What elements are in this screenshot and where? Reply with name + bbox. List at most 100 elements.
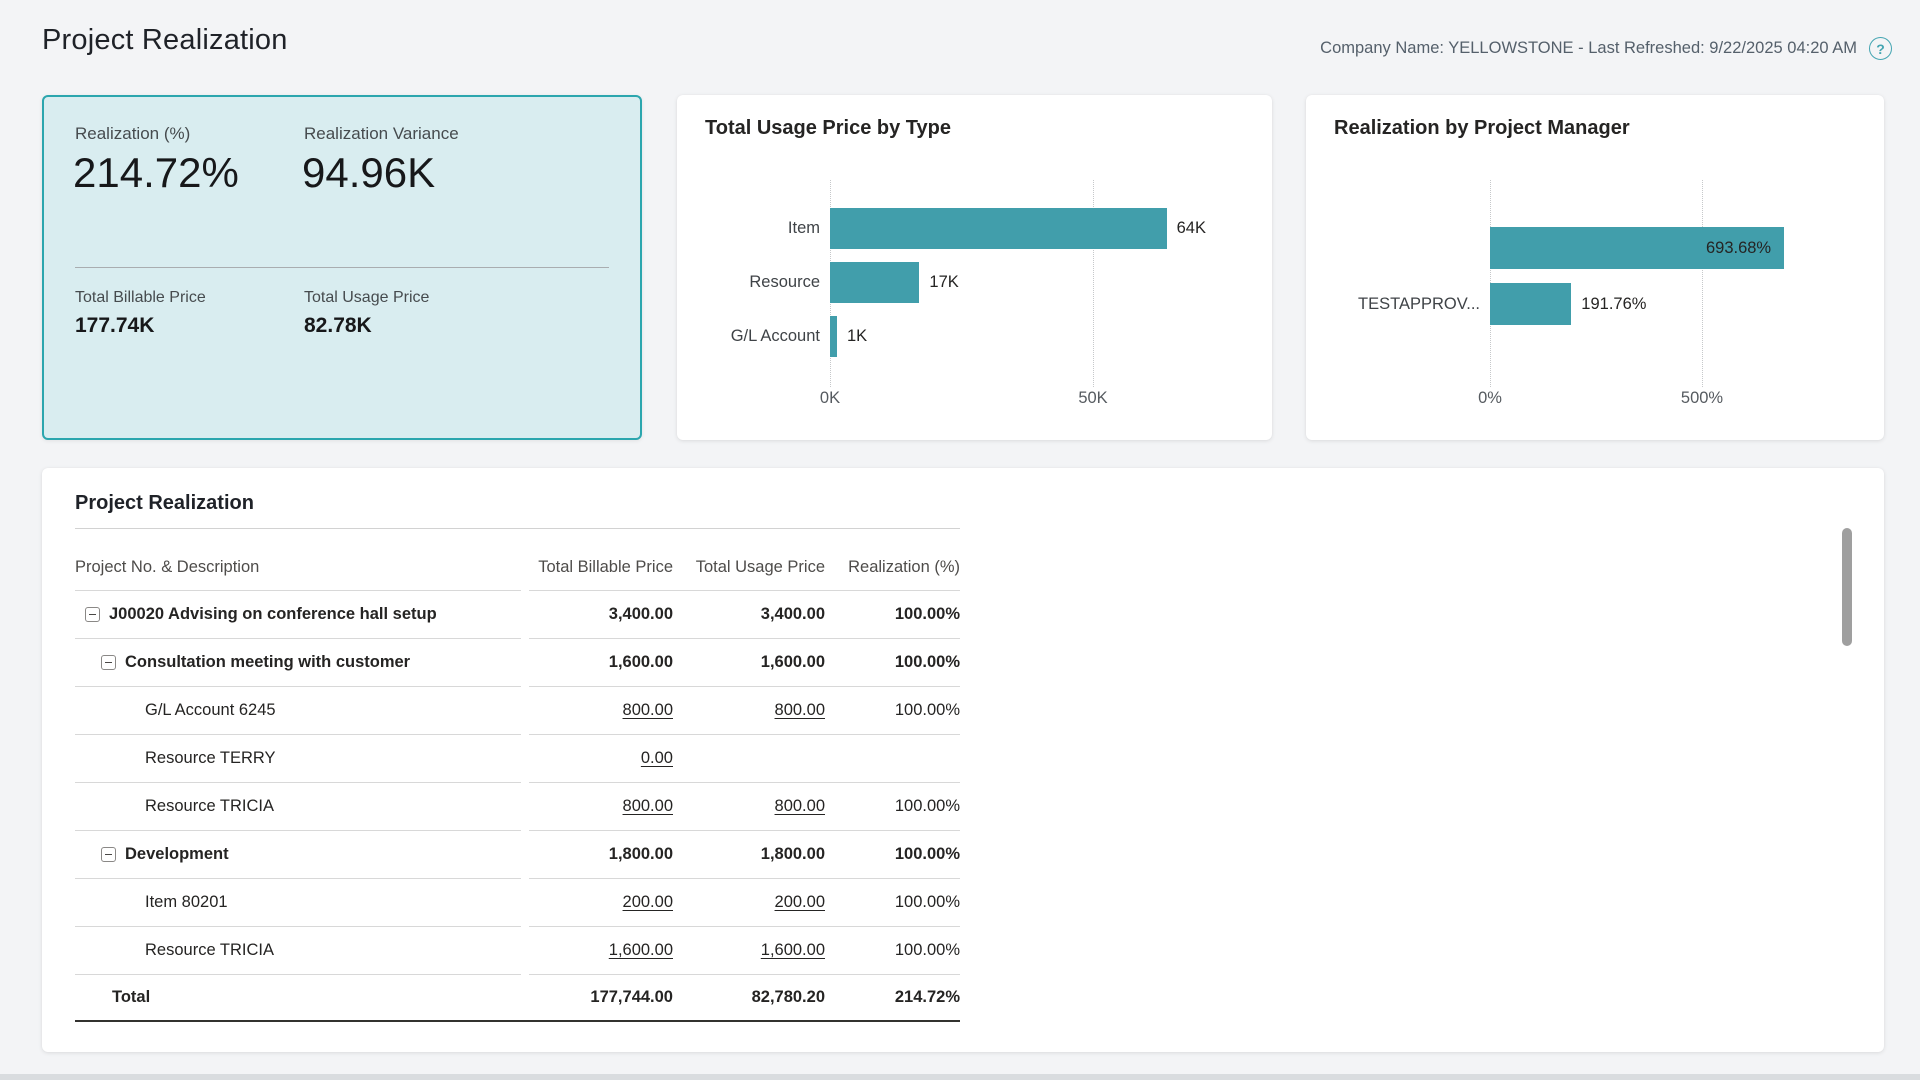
row-label: Resource TRICIA — [145, 797, 274, 816]
billable-price-cell-value[interactable]: 800.00 — [623, 701, 673, 719]
usage-price-cell: 800.00 — [673, 701, 825, 720]
table-row: Consultation meeting with customer 1,600.… — [75, 638, 960, 686]
total-usage-cell: 82,780.20 — [673, 988, 825, 1007]
billable-price-cell: 1,600.00 — [521, 941, 673, 960]
row-divider-left — [75, 638, 521, 639]
row-divider-right — [529, 926, 960, 927]
realization-cell-value: 100.00% — [895, 941, 960, 959]
billable-price-cell-value[interactable]: 800.00 — [623, 797, 673, 815]
billable-price-cell-value[interactable]: 0.00 — [641, 749, 673, 767]
column-header-description[interactable]: Project No. & Description — [75, 558, 521, 577]
total-billable-cell-value: 177,744.00 — [590, 988, 673, 1006]
row-description: Resource TRICIA — [75, 797, 521, 816]
total-billable-cell: 177,744.00 — [521, 988, 673, 1007]
realization-cell: 100.00% — [825, 605, 960, 624]
bar-testapprov-[interactable] — [1490, 283, 1571, 325]
collapse-toggle-icon[interactable] — [85, 607, 100, 622]
page-horizontal-scrollbar[interactable] — [0, 1074, 1920, 1080]
billable-price-cell-value[interactable]: 1,600.00 — [609, 941, 673, 959]
row-label: Consultation meeting with customer — [125, 653, 410, 672]
table-vertical-scrollbar[interactable] — [1842, 528, 1852, 646]
billable-price-cell: 800.00 — [521, 701, 673, 720]
row-description: Resource TERRY — [75, 749, 521, 768]
billable-price-cell: 800.00 — [521, 797, 673, 816]
kpi-label-total-billable: Total Billable Price — [75, 289, 206, 307]
help-icon[interactable]: ? — [1869, 37, 1892, 60]
billable-price-cell-value: 3,400.00 — [609, 605, 673, 623]
realization-cell-value: 100.00% — [895, 797, 960, 815]
total-realization-cell-value: 214.72% — [895, 988, 960, 1006]
total-realization-cell: 214.72% — [825, 988, 960, 1007]
kpi-summary-card[interactable]: Realization (%) 214.72% Realization Vari… — [42, 95, 642, 440]
usage-price-cell-value[interactable]: 1,600.00 — [761, 941, 825, 959]
table-row: G/L Account 6245 800.00 800.00 100.00% — [75, 686, 960, 734]
usage-price-cell: 1,600.00 — [673, 653, 825, 672]
page-title: Project Realization — [42, 24, 288, 57]
table-row: Development1,800.001,800.00100.00% — [75, 830, 960, 878]
row-divider-left — [75, 686, 521, 687]
usage-chart-plot: 0K50KItem64KResource17KG/L Account1K — [677, 95, 1272, 440]
table-row: J00020 Advising on conference hall setup… — [75, 590, 960, 638]
realization-cell: 100.00% — [825, 701, 960, 720]
row-description: Development — [75, 845, 521, 864]
usage-price-by-type-chart-card: Total Usage Price by Type 0K50KItem64KRe… — [677, 95, 1272, 440]
billable-price-cell-value[interactable]: 200.00 — [623, 893, 673, 911]
row-divider-left — [75, 926, 521, 927]
bar-resource[interactable] — [830, 262, 919, 303]
usage-price-cell-value[interactable]: 200.00 — [775, 893, 825, 911]
bar-item[interactable] — [830, 208, 1167, 249]
realization-cell-value: 100.00% — [895, 653, 960, 671]
bar-g-l-account[interactable] — [830, 316, 837, 357]
table-row: Resource TERRY 0.00 — [75, 734, 960, 782]
column-header-billable[interactable]: Total Billable Price — [521, 558, 673, 577]
kpi-label-realization-pct: Realization (%) — [75, 124, 190, 144]
total-usage-cell-value: 82,780.20 — [752, 988, 825, 1006]
collapse-toggle-icon[interactable] — [101, 847, 116, 862]
billable-price-cell: 200.00 — [521, 893, 673, 912]
x-axis-tick-label: 0% — [1445, 389, 1535, 408]
row-label: Development — [125, 845, 229, 864]
billable-price-cell: 0.00 — [521, 749, 673, 768]
row-description: Total — [75, 988, 521, 1007]
row-divider-left — [75, 830, 521, 831]
row-divider-left — [75, 590, 521, 591]
row-divider-right — [529, 782, 960, 783]
bar-value-label: 191.76% — [1581, 283, 1646, 325]
category-label: Item — [677, 208, 820, 249]
header-right: Company Name: YELLOWSTONE - Last Refresh… — [1320, 37, 1892, 60]
billable-price-cell: 1,600.00 — [521, 653, 673, 672]
usage-price-cell-value: 1,600.00 — [761, 653, 825, 671]
collapse-toggle-icon[interactable] — [101, 655, 116, 670]
table-total-row: Total 177,744.00 82,780.20 214.72% — [75, 974, 960, 1022]
row-divider-right — [529, 686, 960, 687]
category-label: TESTAPPROV... — [1306, 283, 1480, 325]
row-label: G/L Account 6245 — [145, 701, 276, 720]
realization-cell: 100.00% — [825, 653, 960, 672]
kpi-label-realization-variance: Realization Variance — [304, 124, 459, 144]
usage-price-cell-value[interactable]: 800.00 — [775, 797, 825, 815]
realization-cell: 100.00% — [825, 845, 960, 864]
billable-price-cell: 3,400.00 — [521, 605, 673, 624]
usage-price-cell: 3,400.00 — [673, 605, 825, 624]
usage-price-cell-value[interactable]: 800.00 — [775, 701, 825, 719]
row-description: G/L Account 6245 — [75, 701, 521, 720]
category-label: Resource — [677, 262, 820, 303]
table-title: Project Realization — [75, 492, 960, 520]
project-realization-matrix: Project Realization Project No. & Descri… — [75, 492, 960, 1022]
bar-value-label: 17K — [929, 262, 958, 303]
kpi-value-total-usage: 82.78K — [304, 314, 372, 338]
kpi-divider — [75, 267, 609, 268]
row-divider-left — [75, 734, 521, 735]
x-axis-tick-label: 500% — [1657, 389, 1747, 408]
realization-cell-value: 100.00% — [895, 701, 960, 719]
column-header-usage[interactable]: Total Usage Price — [673, 558, 825, 577]
realization-cell: 100.00% — [825, 941, 960, 960]
gridline — [1702, 180, 1703, 387]
row-label: Resource TRICIA — [145, 941, 274, 960]
row-divider-right — [529, 830, 960, 831]
realization-cell-value: 100.00% — [895, 605, 960, 623]
row-divider-right — [529, 878, 960, 879]
bar-value-label: 693.68% — [1490, 227, 1771, 269]
column-header-realization[interactable]: Realization (%) — [825, 558, 960, 577]
company-refresh-info: Company Name: YELLOWSTONE - Last Refresh… — [1320, 39, 1857, 58]
